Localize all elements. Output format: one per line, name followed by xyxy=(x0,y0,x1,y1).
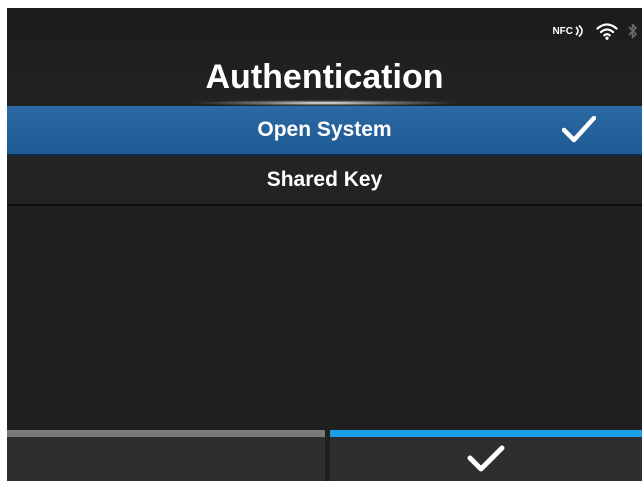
wifi-icon xyxy=(596,23,618,40)
nfc-icon: NFC xyxy=(552,24,586,38)
menu-item-label: Open System xyxy=(257,118,392,141)
nfc-label: NFC xyxy=(552,25,573,37)
menu-list: Open System Shared Key xyxy=(7,106,642,206)
left-softkey[interactable] xyxy=(7,430,325,481)
menu-item-shared-key[interactable]: Shared Key xyxy=(7,156,642,206)
page-title: Authentication xyxy=(205,58,444,96)
empty-list-area xyxy=(7,220,642,430)
confirm-softkey[interactable] xyxy=(330,430,642,481)
header: NFC Authentication xyxy=(7,8,642,106)
menu-item-open-system[interactable]: Open System xyxy=(7,106,642,156)
menu-item-label: Shared Key xyxy=(266,168,383,191)
printer-screen: NFC Authentication Open System Shared Ke… xyxy=(7,8,642,481)
check-icon xyxy=(562,116,596,143)
bluetooth-icon xyxy=(628,23,637,39)
softkey-bar xyxy=(7,430,642,481)
check-icon xyxy=(467,445,505,472)
status-bar: NFC xyxy=(552,18,638,44)
